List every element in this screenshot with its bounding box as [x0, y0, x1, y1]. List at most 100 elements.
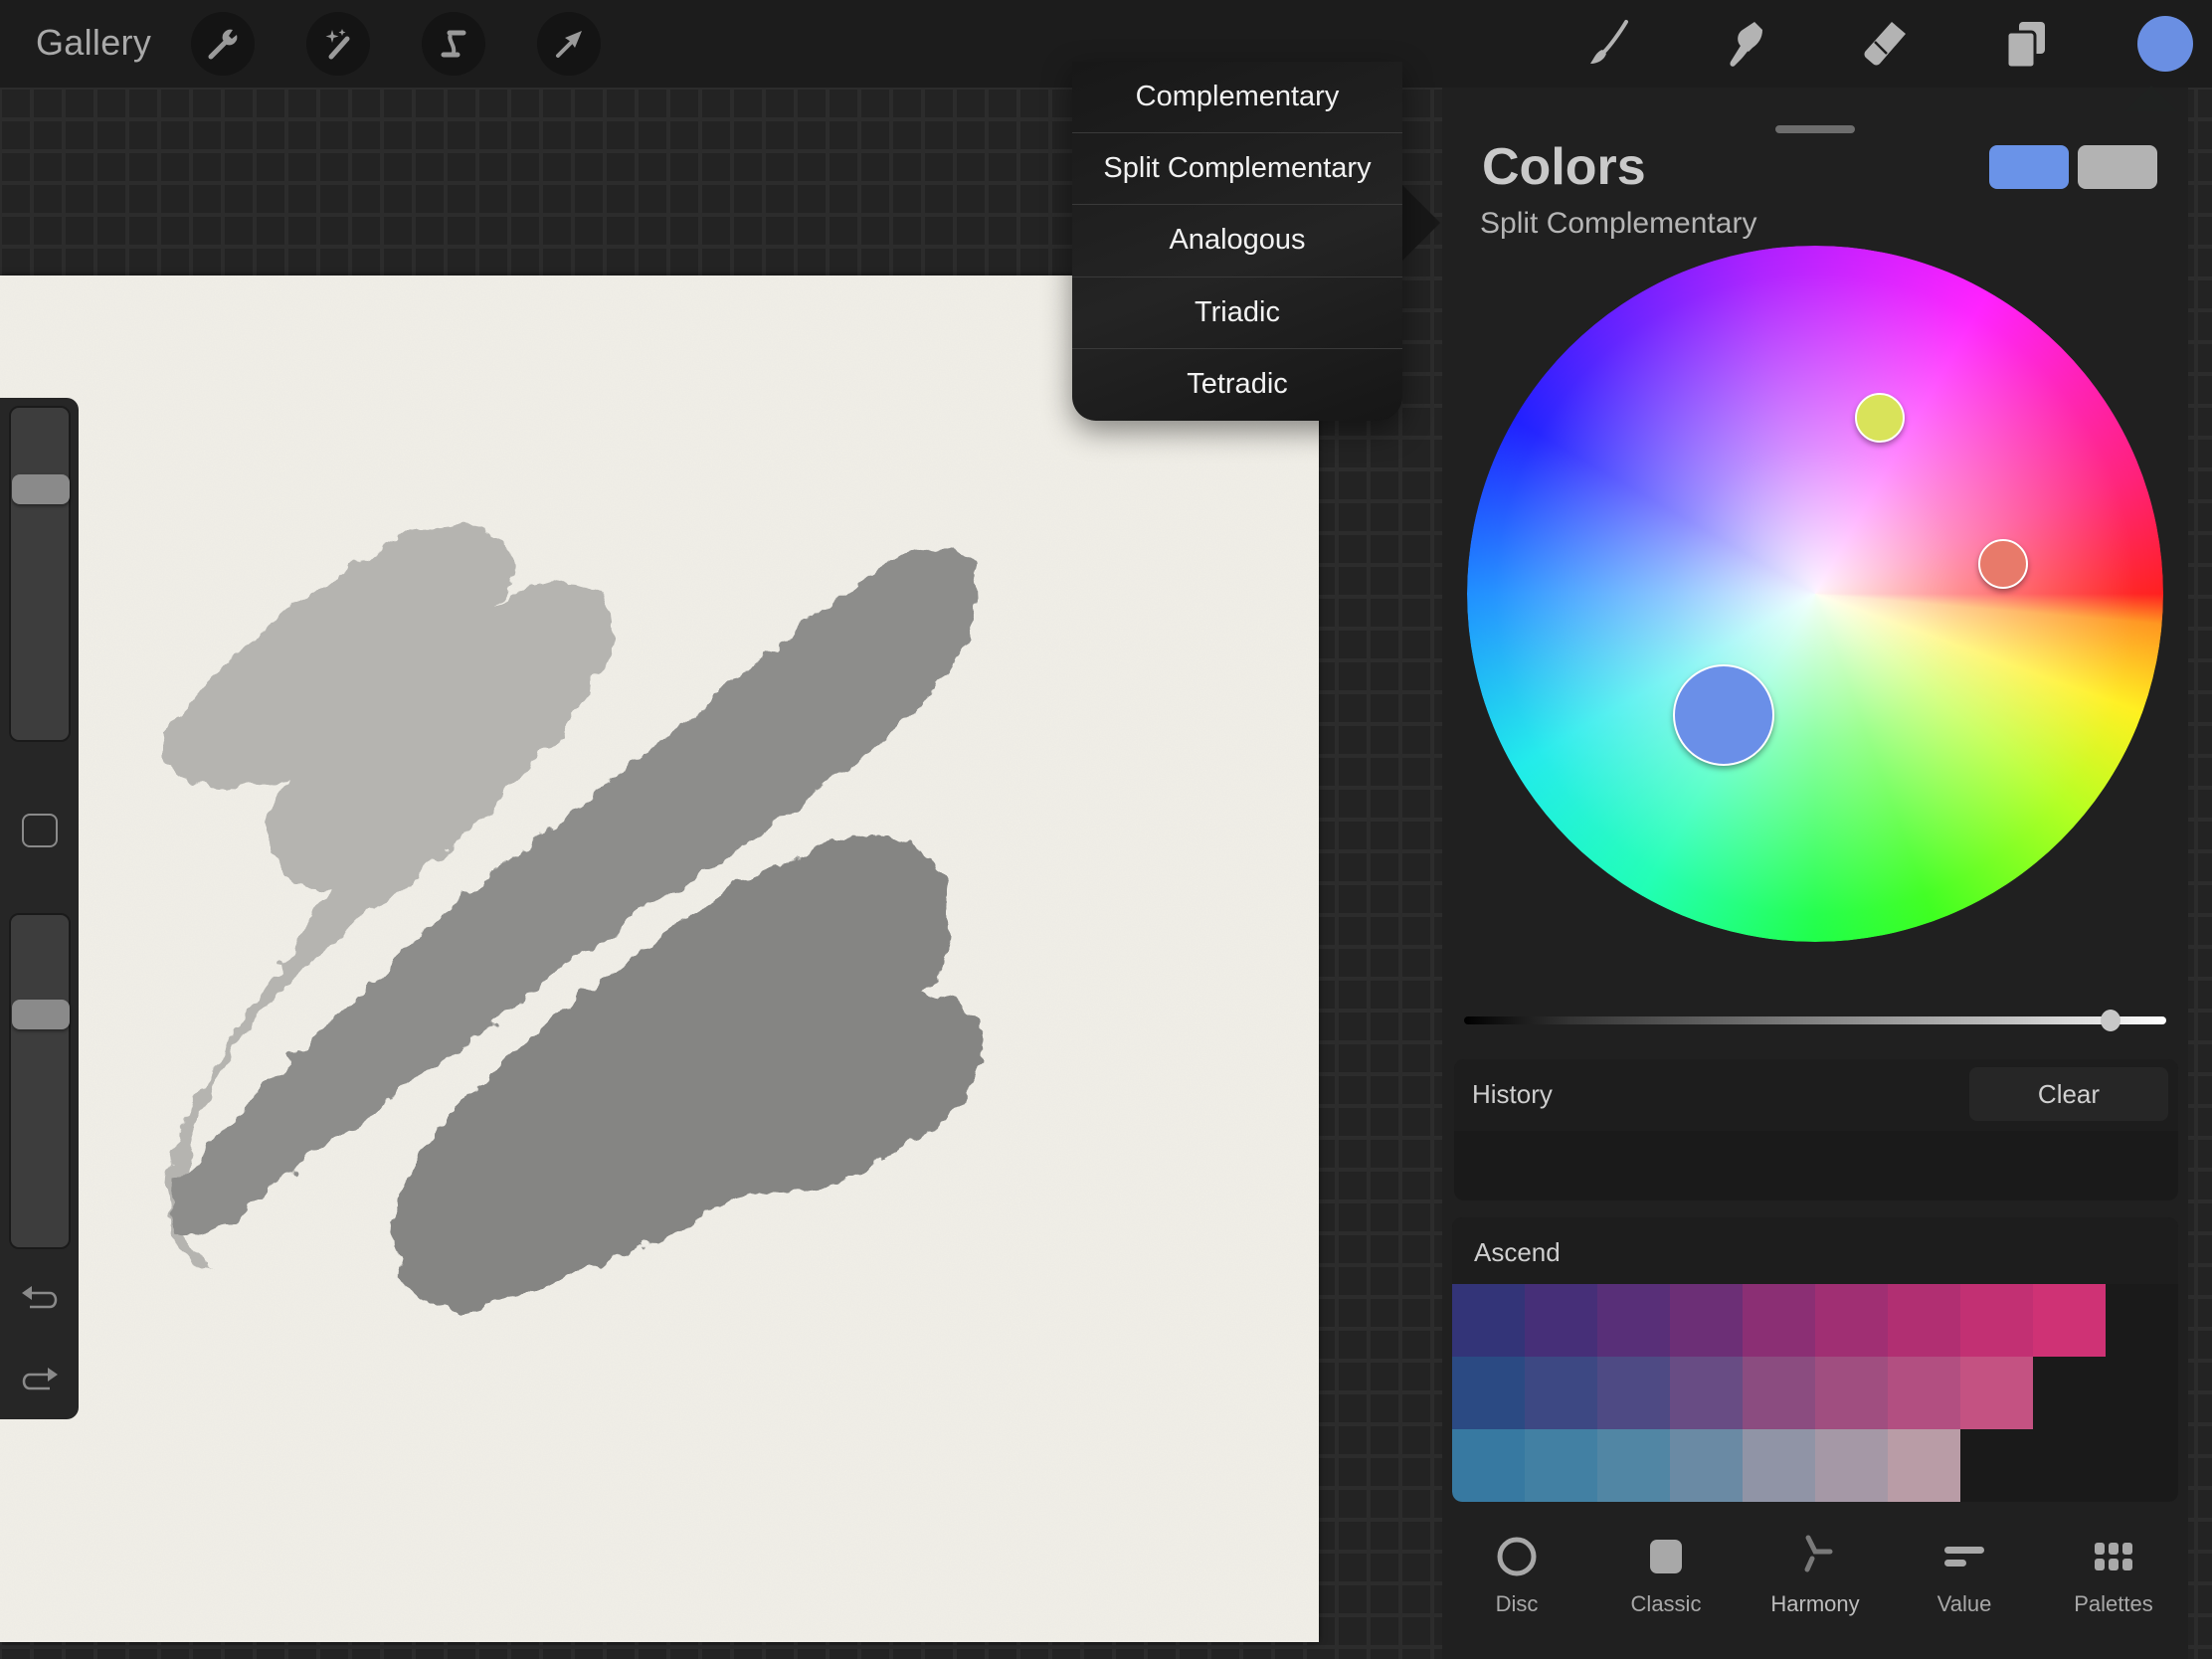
clear-history-button[interactable]: Clear: [1969, 1067, 2168, 1121]
left-sidebar: [0, 398, 79, 1419]
palette-swatch[interactable]: [1597, 1357, 1670, 1429]
menu-item-split-complementary[interactable]: Split Complementary: [1072, 133, 1402, 206]
brightness-slider[interactable]: [1464, 1003, 2166, 1042]
menu-item-tetradic[interactable]: Tetradic: [1072, 349, 1402, 421]
harmony-mode-selector[interactable]: Split Complementary: [1480, 207, 1756, 241]
palette-swatch[interactable]: [1960, 1284, 2033, 1357]
history-header: History Clear: [1454, 1059, 2178, 1131]
eraser-tool-button[interactable]: [1856, 14, 1916, 74]
harmony-color-wheel[interactable]: [1467, 246, 2163, 942]
palette-section: Ascend: [1452, 1217, 2178, 1502]
palette-swatch[interactable]: [1525, 1284, 1597, 1357]
menu-item-analogous[interactable]: Analogous: [1072, 205, 1402, 277]
opacity-thumb[interactable]: [12, 1000, 70, 1030]
undo-icon: [22, 1286, 58, 1309]
selection-button[interactable]: [422, 12, 485, 76]
palette-swatch[interactable]: [2033, 1284, 2106, 1357]
selection-s-icon: [441, 30, 466, 58]
palette-swatch[interactable]: [1670, 1284, 1743, 1357]
brush-strokes: [0, 276, 1319, 1642]
palette-header: Ascend: [1452, 1217, 2178, 1284]
classic-square-icon: [1650, 1540, 1682, 1573]
menu-pointer-arrow: [1402, 185, 1440, 261]
smudge-tool-button[interactable]: [1717, 14, 1776, 74]
primary-color-swatch[interactable]: [1989, 145, 2069, 189]
palette-name: Ascend: [1474, 1237, 1561, 1267]
colors-panel: Colors Split Complementary History Clear…: [1442, 86, 2188, 1659]
panel-title: Colors: [1482, 138, 1646, 196]
menu-item-triadic[interactable]: Triadic: [1072, 277, 1402, 349]
palette-swatch[interactable]: [1452, 1284, 1525, 1357]
tab-label: Value: [1936, 1591, 1992, 1616]
history-section: History Clear: [1454, 1059, 2178, 1200]
palette-swatch[interactable]: [1743, 1284, 1815, 1357]
value-bars-icon: [1944, 1547, 1984, 1567]
gallery-button[interactable]: Gallery: [36, 22, 151, 64]
saturation-overlay: [1467, 246, 2163, 942]
palette-grid: [1452, 1284, 2106, 1502]
menu-item-complementary[interactable]: Complementary: [1072, 62, 1402, 134]
harmony-branch-icon: [1804, 1535, 1833, 1572]
redo-icon: [22, 1368, 58, 1390]
palette-swatch[interactable]: [1888, 1284, 1960, 1357]
drawing-canvas[interactable]: [0, 276, 1319, 1642]
opacity-slider[interactable]: [9, 913, 71, 1249]
tab-label: Classic: [1630, 1591, 1702, 1616]
palette-swatch[interactable]: [1525, 1357, 1597, 1429]
palette-row: [1452, 1284, 2106, 1357]
layers-icon: [2005, 22, 2045, 70]
tab-palettes[interactable]: Palettes: [2039, 1512, 2188, 1631]
disc-ring-icon: [1497, 1537, 1537, 1576]
adjustments-button[interactable]: [306, 12, 370, 76]
tab-disc[interactable]: Disc: [1442, 1512, 1591, 1631]
palette-swatch[interactable]: [1452, 1429, 1525, 1502]
paintbrush-icon: [1590, 20, 1628, 64]
palette-row: [1452, 1429, 2106, 1502]
eyedropper-modify-button[interactable]: [22, 814, 58, 847]
palette-swatch[interactable]: [1743, 1429, 1815, 1502]
history-label: History: [1472, 1079, 1553, 1109]
brush-tool-button[interactable]: [1578, 14, 1638, 74]
harmony-point-split-2[interactable]: [1978, 539, 2028, 589]
eraser-icon: [1864, 22, 1906, 66]
tab-value[interactable]: Value: [1890, 1512, 2039, 1631]
palette-swatch[interactable]: [1815, 1357, 1888, 1429]
tab-label: Disc: [1495, 1591, 1539, 1616]
palette-swatch[interactable]: [1743, 1357, 1815, 1429]
harmony-point-split-1[interactable]: [1855, 393, 1905, 443]
current-color-button[interactable]: [2137, 16, 2193, 72]
palette-swatch[interactable]: [1888, 1429, 1960, 1502]
color-mode-tabs: Disc Classic Harmony Value Palettes: [1442, 1512, 2188, 1631]
palette-swatch[interactable]: [1597, 1429, 1670, 1502]
palette-swatch[interactable]: [1888, 1357, 1960, 1429]
actions-button[interactable]: [191, 12, 255, 76]
brightness-track: [1464, 1016, 2166, 1024]
palette-swatch[interactable]: [1670, 1357, 1743, 1429]
undo-button[interactable]: [18, 1281, 62, 1317]
palette-swatch[interactable]: [1452, 1357, 1525, 1429]
secondary-color-swatch[interactable]: [2078, 145, 2157, 189]
palette-swatch[interactable]: [1597, 1284, 1670, 1357]
palette-swatch[interactable]: [1960, 1357, 2033, 1429]
palette-swatch[interactable]: [1815, 1429, 1888, 1502]
brightness-thumb[interactable]: [2100, 1010, 2120, 1031]
harmony-point-primary[interactable]: [1673, 664, 1774, 766]
transform-button[interactable]: [537, 12, 601, 76]
brush-size-thumb[interactable]: [12, 473, 70, 504]
panel-grabber[interactable]: [1775, 125, 1855, 133]
brush-size-slider[interactable]: [9, 406, 71, 742]
wrench-icon: [208, 29, 238, 60]
palette-swatch[interactable]: [1670, 1429, 1743, 1502]
magic-wand-icon: [325, 29, 350, 60]
palette-row: [1452, 1357, 2106, 1429]
tab-label: Harmony: [1770, 1591, 1860, 1616]
panel-pointer-arrow: [2125, 86, 2177, 111]
layers-button[interactable]: [1995, 14, 2055, 74]
arrow-cursor-icon: [556, 31, 582, 58]
tab-classic[interactable]: Classic: [1591, 1512, 1741, 1631]
tab-harmony[interactable]: Harmony: [1741, 1512, 1890, 1631]
harmony-mode-menu: Complementary Split Complementary Analog…: [1072, 62, 1402, 421]
palette-swatch[interactable]: [1525, 1429, 1597, 1502]
palette-swatch[interactable]: [1815, 1284, 1888, 1357]
redo-button[interactable]: [18, 1363, 62, 1398]
